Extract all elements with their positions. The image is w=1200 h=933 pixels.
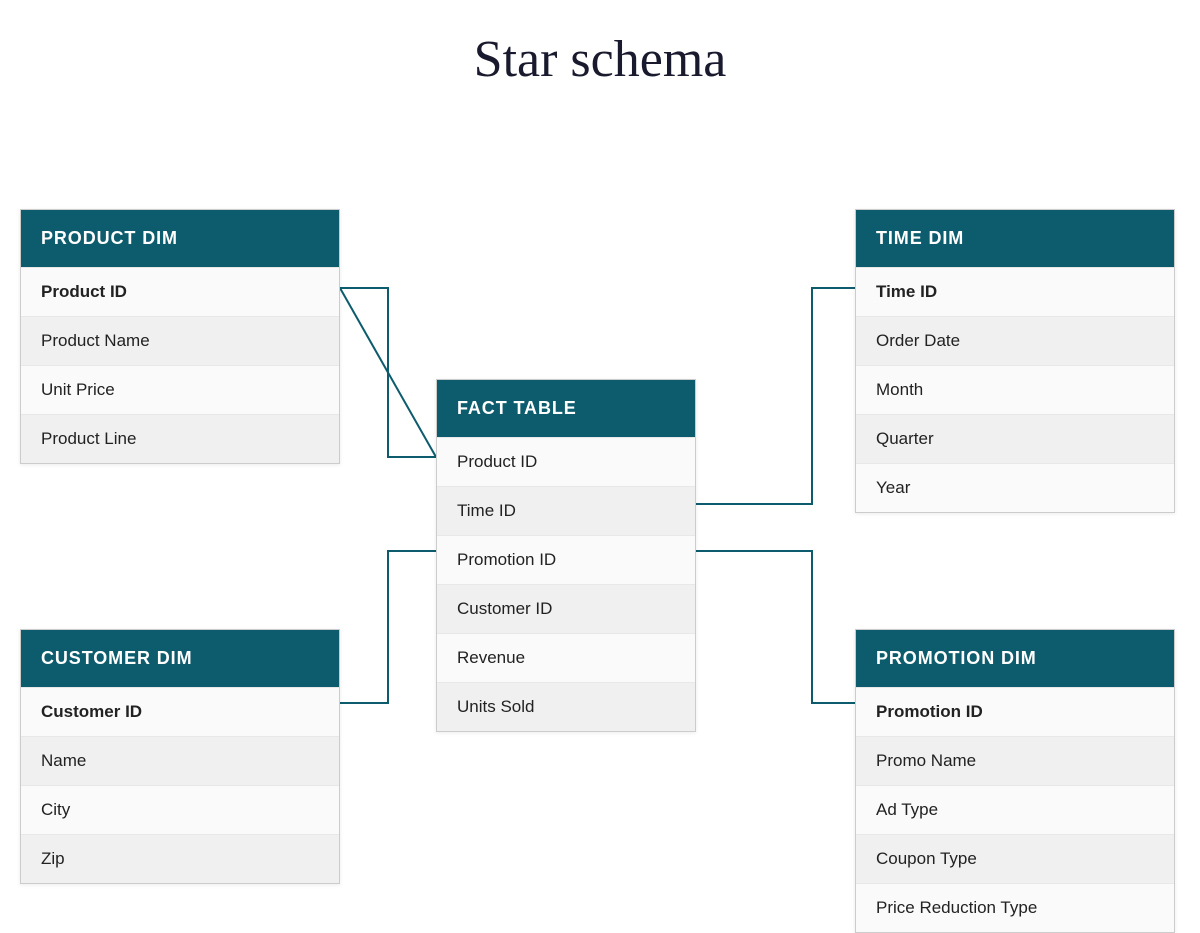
table-row: Zip bbox=[21, 834, 339, 883]
table-row: Product Name bbox=[21, 316, 339, 365]
customer-dim-header: CUSTOMER DIM bbox=[21, 630, 339, 687]
promotion-dim-table: PROMOTION DIM Promotion ID Promo Name Ad… bbox=[855, 629, 1175, 933]
table-row: Quarter bbox=[856, 414, 1174, 463]
table-row: Customer ID bbox=[437, 584, 695, 633]
page-title: Star schema bbox=[0, 0, 1200, 99]
product-dim-header: PRODUCT DIM bbox=[21, 210, 339, 267]
product-dim-table: PRODUCT DIM Product ID Product Name Unit… bbox=[20, 209, 340, 464]
table-row: Promotion ID bbox=[437, 535, 695, 584]
fact-table-header: FACT TABLE bbox=[437, 380, 695, 437]
table-row: Promo Name bbox=[856, 736, 1174, 785]
table-row: Product ID bbox=[437, 437, 695, 486]
customer-dim-table: CUSTOMER DIM Customer ID Name City Zip bbox=[20, 629, 340, 884]
table-row: City bbox=[21, 785, 339, 834]
promotion-dim-header: PROMOTION DIM bbox=[856, 630, 1174, 687]
table-row: Time ID bbox=[856, 267, 1174, 316]
table-row: Name bbox=[21, 736, 339, 785]
table-row: Units Sold bbox=[437, 682, 695, 731]
table-row: Product ID bbox=[21, 267, 339, 316]
table-row: Promotion ID bbox=[856, 687, 1174, 736]
table-row: Customer ID bbox=[21, 687, 339, 736]
table-row: Coupon Type bbox=[856, 834, 1174, 883]
table-row: Month bbox=[856, 365, 1174, 414]
table-row: Price Reduction Type bbox=[856, 883, 1174, 932]
table-row: Time ID bbox=[437, 486, 695, 535]
time-dim-header: TIME DIM bbox=[856, 210, 1174, 267]
time-dim-table: TIME DIM Time ID Order Date Month Quarte… bbox=[855, 209, 1175, 513]
fact-table: FACT TABLE Product ID Time ID Promotion … bbox=[436, 379, 696, 732]
table-row: Product Line bbox=[21, 414, 339, 463]
table-row: Order Date bbox=[856, 316, 1174, 365]
table-row: Unit Price bbox=[21, 365, 339, 414]
table-row: Revenue bbox=[437, 633, 695, 682]
table-row: Year bbox=[856, 463, 1174, 512]
table-row: Ad Type bbox=[856, 785, 1174, 834]
